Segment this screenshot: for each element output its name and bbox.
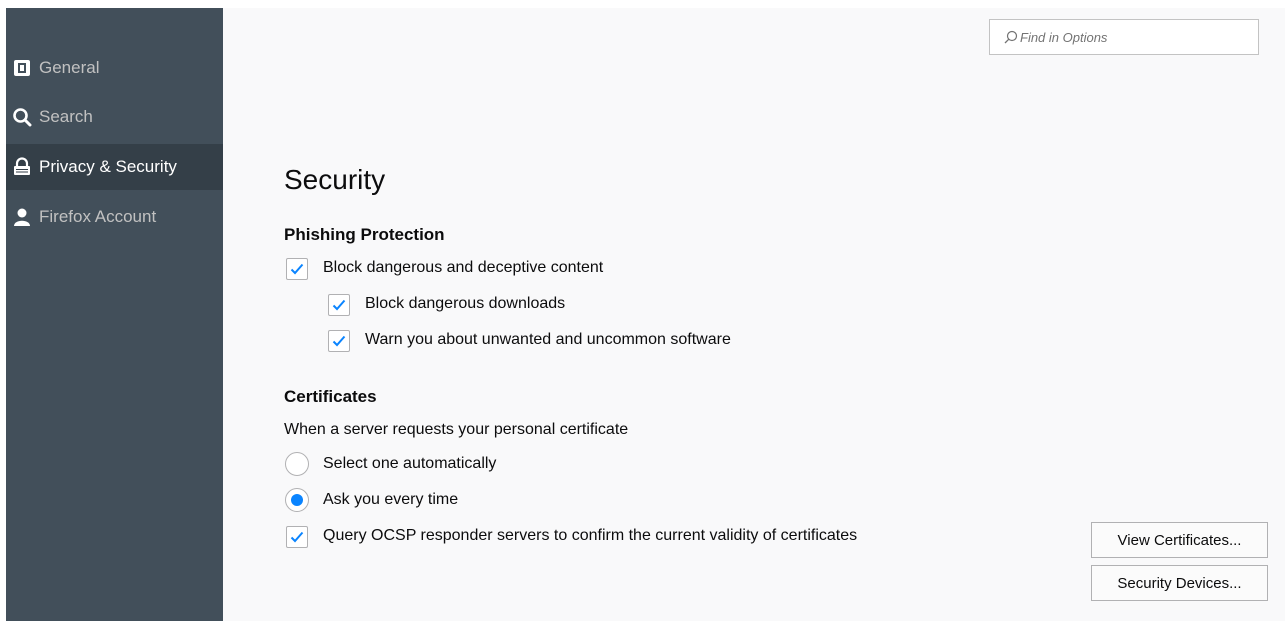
page-title: Security bbox=[284, 164, 386, 195]
query-ocsp-checkbox[interactable] bbox=[286, 526, 308, 548]
sidebar-item-search[interactable]: Search bbox=[6, 94, 223, 140]
sidebar: General Search Privacy & Security Firefo… bbox=[6, 8, 223, 621]
search-input[interactable] bbox=[1020, 26, 1250, 48]
sidebar-item-general[interactable]: General bbox=[6, 45, 223, 91]
view-certificates-button[interactable]: View Certificates... bbox=[1091, 522, 1268, 558]
top-edge bbox=[0, 0, 1285, 8]
warn-unwanted-label[interactable]: Warn you about unwanted and uncommon sof… bbox=[365, 331, 731, 349]
radio-selected-dot bbox=[291, 494, 303, 506]
sidebar-item-label: Privacy & Security bbox=[39, 157, 177, 176]
block-dangerous-checkbox[interactable] bbox=[286, 258, 308, 280]
checkmark-icon bbox=[332, 299, 346, 311]
certificates-heading: Certificates bbox=[284, 387, 377, 406]
search-icon bbox=[12, 107, 32, 127]
block-downloads-label[interactable]: Block dangerous downloads bbox=[365, 295, 565, 313]
checkmark-icon bbox=[290, 531, 304, 543]
sidebar-item-label: Search bbox=[39, 107, 93, 126]
sidebar-item-firefox-account[interactable]: Firefox Account bbox=[6, 194, 223, 240]
sidebar-item-label: Firefox Account bbox=[39, 207, 157, 226]
phishing-protection-heading: Phishing Protection bbox=[284, 225, 445, 244]
search-icon bbox=[1004, 30, 1018, 44]
security-devices-button[interactable]: Security Devices... bbox=[1091, 565, 1268, 601]
select-automatically-label[interactable]: Select one automatically bbox=[323, 455, 496, 473]
general-icon bbox=[12, 58, 32, 78]
warn-unwanted-checkbox[interactable] bbox=[328, 330, 350, 352]
preferences-window: General Search Privacy & Security Firefo… bbox=[0, 0, 1285, 621]
find-in-options-box[interactable] bbox=[989, 19, 1259, 55]
sidebar-item-label: General bbox=[39, 58, 100, 77]
checkmark-icon bbox=[290, 263, 304, 275]
query-ocsp-label[interactable]: Query OCSP responder servers to confirm … bbox=[323, 527, 857, 545]
checkmark-icon bbox=[332, 335, 346, 347]
account-icon bbox=[12, 207, 32, 227]
lock-icon bbox=[12, 157, 32, 177]
select-automatically-radio[interactable] bbox=[285, 452, 309, 476]
block-downloads-checkbox[interactable] bbox=[328, 294, 350, 316]
ask-every-time-label[interactable]: Ask you every time bbox=[323, 491, 458, 509]
certificate-request-prompt: When a server requests your personal cer… bbox=[284, 421, 629, 438]
ask-every-time-radio[interactable] bbox=[285, 488, 309, 512]
sidebar-item-privacy-security[interactable]: Privacy & Security bbox=[6, 144, 223, 190]
block-dangerous-label[interactable]: Block dangerous and deceptive content bbox=[323, 259, 603, 277]
